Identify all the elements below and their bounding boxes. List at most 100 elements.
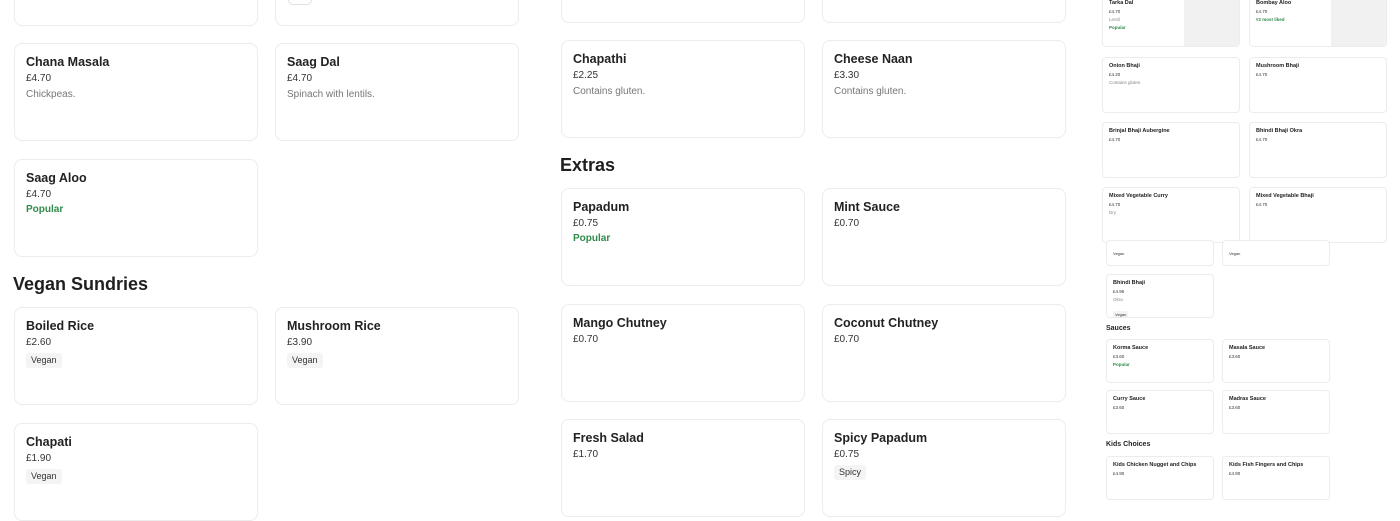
item-price: £3.60 (1113, 354, 1125, 359)
item-price: £3.30 (834, 70, 860, 81)
item-name: Masala Sauce (1229, 345, 1266, 351)
menu-item-card[interactable]: Mint Sauce £0.70 (822, 188, 1066, 286)
item-image (1331, 0, 1386, 46)
menu-item-card[interactable]: Bhindi Bhaji £4.95 Okra Vegan (1106, 274, 1214, 318)
item-price: £4.20 (1109, 72, 1121, 77)
item-name: Chapati (26, 435, 72, 449)
item-name: Mushroom Rice (287, 319, 381, 333)
item-description: Okra (1113, 297, 1123, 302)
menu-item-card-partial[interactable] (561, 0, 805, 23)
item-description: Chickpeas. (26, 89, 76, 100)
item-price: £3.60 (1113, 405, 1125, 410)
item-name: Mixed Vegetable Bhaji (1256, 193, 1314, 199)
menu-item-card[interactable]: Brinjal Bhaji Aubergine £4.70 (1102, 122, 1240, 178)
menu-item-card[interactable]: Mushroom Bhaji £4.70 (1249, 57, 1387, 113)
section-heading: Vegan Sundries (13, 274, 149, 294)
item-price: £4.95 (1113, 289, 1125, 294)
vegan-tag: Vegan (26, 469, 62, 484)
item-description: Spinach with lentils. (287, 89, 375, 100)
item-price: £4.70 (1256, 137, 1268, 142)
menu-item-card-partial[interactable] (14, 0, 258, 26)
menu-item-card[interactable]: Boiled Rice £2.60 Vegan (14, 307, 258, 405)
menu-item-card-partial[interactable]: Vegan (1106, 240, 1214, 266)
menu-item-card[interactable]: Mixed Vegetable Curry £4.70 Dry (1102, 187, 1240, 243)
item-name: Saag Dal (287, 55, 340, 69)
menu-item-card[interactable]: Kids Chicken Nugget and Chips £4.90 (1106, 456, 1214, 500)
item-price: £4.70 (1109, 202, 1121, 207)
item-description: Contains gluten. (573, 86, 646, 97)
item-price: £4.70 (26, 73, 52, 84)
item-name: Madras Sauce (1229, 396, 1266, 402)
menu-item-card[interactable]: Mushroom Rice £3.90 Vegan (275, 307, 519, 405)
item-name: Bhindi Bhaji Okra (1256, 128, 1303, 134)
item-price: £4.70 (1256, 202, 1268, 207)
item-name: Papadum (573, 200, 630, 214)
item-price: £3.60 (1229, 405, 1241, 410)
menu-item-card[interactable]: Curry Sauce £3.60 (1106, 390, 1214, 434)
spicy-tag: Spicy (834, 465, 867, 480)
menu-item-card[interactable]: Saag Aloo £4.70 Popular (14, 159, 258, 257)
menu-item-card[interactable]: Spicy Papadum £0.75 Spicy (822, 419, 1066, 517)
item-name: Brinjal Bhaji Aubergine (1109, 128, 1170, 134)
tag-badge-partial (288, 0, 312, 5)
item-name: Kids Chicken Nugget and Chips (1113, 462, 1197, 468)
item-price: £4.70 (1109, 137, 1121, 142)
popular-badge: Popular (1113, 362, 1130, 367)
menu-item-card[interactable]: Saag Dal £4.70 Spinach with lentils. (275, 43, 519, 141)
menu-item-card-partial[interactable] (275, 0, 519, 26)
item-price: £3.60 (1229, 354, 1241, 359)
item-name: Cheese Naan (834, 52, 913, 66)
menu-item-card[interactable]: Masala Sauce £3.60 (1222, 339, 1330, 383)
item-price: £3.90 (287, 337, 313, 348)
item-name: Korma Sauce (1113, 345, 1149, 351)
item-name: Kids Fish Fingers and Chips (1229, 462, 1304, 468)
item-description: Contains gluten. (1109, 80, 1142, 85)
menu-item-card[interactable]: Papadum £0.75 Popular (561, 188, 805, 286)
item-name: Coconut Chutney (834, 316, 939, 330)
menu-item-card[interactable]: Cheese Naan £3.30 Contains gluten. (822, 40, 1066, 138)
menu-item-card[interactable]: Bhindi Bhaji Okra £4.70 (1249, 122, 1387, 178)
item-description: Dry (1109, 210, 1116, 215)
item-name: Spicy Papadum (834, 431, 928, 445)
menu-item-card[interactable]: Onion Bhaji £4.20 Contains gluten. (1102, 57, 1240, 113)
popular-badge: Popular (26, 204, 64, 215)
item-description: Contains gluten. (834, 86, 907, 97)
item-name: Bhindi Bhaji (1113, 280, 1146, 286)
section-heading: Sauces (1106, 325, 1131, 332)
item-price: £0.70 (573, 334, 599, 345)
menu-item-card[interactable]: Tarka Dal £4.70 Lentil Popular (1102, 0, 1240, 47)
item-name: Chana Masala (26, 55, 110, 69)
item-name: Mixed Vegetable Curry (1109, 193, 1168, 199)
vegan-tag: Vegan (1113, 311, 1129, 317)
menu-item-card[interactable]: Mixed Vegetable Bhaji £4.70 (1249, 187, 1387, 243)
item-name: Curry Sauce (1113, 396, 1146, 402)
menu-item-card[interactable]: Mango Chutney £0.70 (561, 304, 805, 402)
menu-item-card[interactable]: Kids Fish Fingers and Chips £4.90 (1222, 456, 1330, 500)
menu-item-card[interactable]: Coconut Chutney £0.70 (822, 304, 1066, 402)
item-price: £0.70 (834, 334, 860, 345)
item-price: £2.25 (573, 70, 599, 81)
item-name: Chapathi (573, 52, 627, 66)
item-price: £0.70 (834, 218, 860, 229)
menu-item-card-partial[interactable] (822, 0, 1066, 23)
menu-item-card[interactable]: Chapati £1.90 Vegan (14, 423, 258, 521)
section-heading: Kids Choices (1106, 441, 1151, 448)
item-name: Saag Aloo (26, 171, 87, 185)
item-price: £4.70 (26, 189, 52, 200)
menu-item-card-partial[interactable]: Vegan (1222, 240, 1330, 266)
vegan-tag: Vegan (287, 353, 323, 368)
popular-badge: Popular (573, 233, 611, 244)
menu-item-card[interactable]: Fresh Salad £1.70 (561, 419, 805, 517)
menu-item-card[interactable]: Korma Sauce £3.60 Popular (1106, 339, 1214, 383)
item-price: £4.90 (1229, 471, 1241, 476)
menu-item-card[interactable]: Chapathi £2.25 Contains gluten. (561, 40, 805, 138)
vegan-tag: Vegan (26, 353, 62, 368)
item-image (1184, 0, 1239, 46)
section-heading: Extras (560, 155, 616, 175)
menu-item-card[interactable]: Chana Masala £4.70 Chickpeas. (14, 43, 258, 141)
item-name: Mint Sauce (834, 200, 900, 214)
item-price: £2.60 (26, 337, 52, 348)
menu-item-card[interactable]: Bombay Aloo £4.70 #2 most liked (1249, 0, 1387, 47)
item-price: £0.75 (573, 218, 599, 229)
menu-item-card[interactable]: Madras Sauce £3.60 (1222, 390, 1330, 434)
